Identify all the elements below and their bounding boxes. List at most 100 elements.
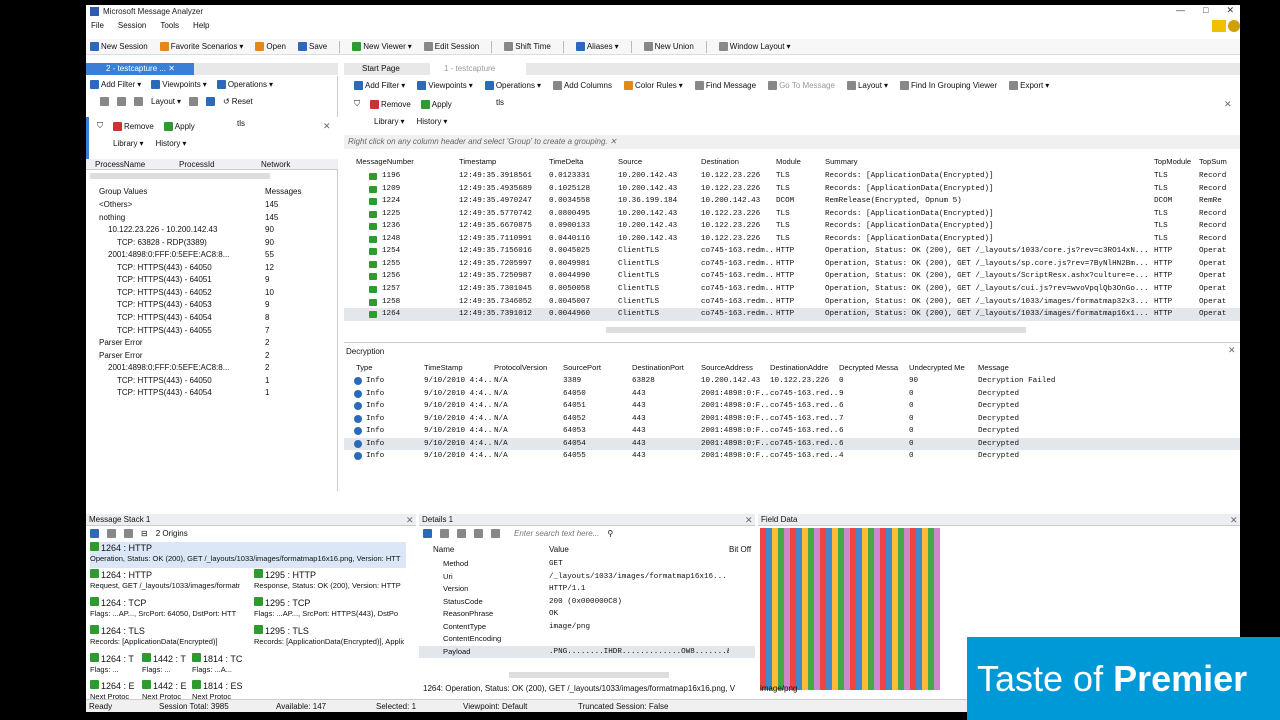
grid-icon[interactable] <box>189 97 199 106</box>
tab-start-page[interactable]: Start Page <box>348 63 428 75</box>
stack-item[interactable]: 1264 : TCP Flags: ...AP..., SrcPort: 6405… <box>90 597 240 623</box>
new-session-button[interactable]: New Session <box>90 42 148 51</box>
settings-icon[interactable] <box>457 529 466 538</box>
details-name-header[interactable]: Name <box>433 545 454 554</box>
stack-item[interactable]: 1295 : HTTP Response, Status: OK (200), V… <box>254 569 404 595</box>
collapse-icon[interactable]: ⊟ <box>141 529 148 538</box>
details-bitoffset-header[interactable]: Bit Off <box>729 545 751 554</box>
favorite-scenarios-button[interactable]: Favorite Scenarios ▾ <box>159 42 243 51</box>
decryption-row[interactable]: Info 9/10/2010 4:4... N/A 3389 63828 10.200.1… <box>344 375 1240 388</box>
copy-icon[interactable] <box>100 97 109 106</box>
table-row[interactable]: 1225 12:49:35.5770742 0.0800495 10.200.142.… <box>344 208 1240 221</box>
close-filter-icon[interactable]: ✕ <box>323 121 331 132</box>
details-row[interactable]: Method GET <box>419 558 755 571</box>
stack-item[interactable]: 1442 : T Flags: ... <box>142 653 192 679</box>
dec-column-5[interactable]: SourceAddress <box>701 362 769 375</box>
open-button[interactable]: Open <box>255 42 286 51</box>
column-header-4[interactable]: Destination <box>701 156 773 169</box>
refresh-icon[interactable] <box>206 97 216 106</box>
stack-item[interactable]: 1264 : HTTP Request, GET /_layouts/1033/i… <box>90 569 240 595</box>
group-value[interactable]: TCP: HTTPS(443) - 64054 <box>117 388 212 397</box>
close-details-icon[interactable]: ✕ <box>745 514 753 526</box>
filter-icon[interactable] <box>474 529 483 538</box>
close-hint-icon[interactable]: ✕ <box>610 137 617 146</box>
decryption-row[interactable]: Info 9/10/2010 4:4... N/A 64054 443 2001:4898… <box>344 437 1240 450</box>
close-tab-icon[interactable]: ✕ <box>168 64 175 73</box>
group-value[interactable]: TCP: HTTPS(443) - 64051 <box>117 275 212 284</box>
stack-item[interactable]: 1295 : TCP Flags: ...AP..., SrcPort: HTTP… <box>254 597 404 623</box>
maximize-button[interactable]: □ <box>1203 5 1208 16</box>
group-value[interactable]: 2001:4898:0:FFF:0:5EFE:AC8:8... <box>108 250 229 259</box>
aliases-button[interactable]: Aliases ▾ <box>575 42 619 51</box>
color-rules-button[interactable]: Color Rules ▾ <box>624 81 683 90</box>
column-header-7[interactable]: TopModule <box>1154 156 1198 169</box>
viewpoints-button[interactable]: Viewpoints ▾ <box>151 80 207 89</box>
group-values-header[interactable]: Group Values <box>99 187 147 196</box>
details-row[interactable]: Payload .PNG........IHDR.............OW8.… <box>419 645 755 658</box>
details-row[interactable]: ReasonPhrase OK <box>419 608 755 621</box>
menu-help[interactable]: Help <box>193 21 209 30</box>
dec-column-9[interactable]: Message <box>978 362 1098 375</box>
add-columns-button[interactable]: Add Columns <box>552 81 612 90</box>
group-value[interactable]: Parser Error <box>99 351 143 360</box>
group-value[interactable]: Parser Error <box>99 338 143 347</box>
column-header-8[interactable]: TopSum <box>1199 156 1239 169</box>
dec-column-1[interactable]: TimeStamp <box>424 362 492 375</box>
window-layout-button[interactable]: Window Layout ▾ <box>718 42 791 51</box>
table-row[interactable]: 1257 12:49:35.7301045 0.0050058 ClientTLS co… <box>344 283 1240 296</box>
shift-time-button[interactable]: Shift Time <box>504 42 551 51</box>
group-value[interactable]: 2001:4898:0:FFF:0:5EFE:AC8:8... <box>108 363 229 372</box>
library-button[interactable]: Library ▾ <box>113 139 143 148</box>
network-header[interactable]: Network <box>261 160 290 169</box>
minimize-button[interactable]: — <box>1176 5 1185 16</box>
layout-button[interactable]: Layout ▾ <box>151 97 181 106</box>
group-value[interactable]: <Others> <box>99 200 132 209</box>
stack-item[interactable]: 1264 : T Flags: ... <box>90 653 140 679</box>
details-row[interactable]: StatusCode 200 (0x000000C8) <box>419 596 755 609</box>
details-search-input[interactable]: Enter search text here... <box>514 529 599 538</box>
dec-column-0[interactable]: Type <box>356 362 416 375</box>
menu-session[interactable]: Session <box>118 21 146 30</box>
smiley-icon[interactable] <box>1228 20 1240 32</box>
decryption-row[interactable]: Info 9/10/2010 4:4... N/A 64050 443 2001:4898… <box>344 388 1240 401</box>
decryption-row[interactable]: Info 9/10/2010 4:4... N/A 64053 443 2001:4898… <box>344 425 1240 438</box>
table-row[interactable]: 1209 12:49:35.4935689 0.1025128 10.200.142.… <box>344 183 1240 196</box>
list-icon[interactable] <box>124 529 133 538</box>
group-icon[interactable] <box>134 97 143 106</box>
pin-icon[interactable] <box>423 529 432 538</box>
export-button[interactable]: Export ▾ <box>1009 81 1049 90</box>
stack-item[interactable]: 1814 : TC Flags: ...A... <box>192 653 242 679</box>
right-operations-button[interactable]: Operations ▾ <box>484 81 541 90</box>
filter-flag-icon[interactable] <box>1212 20 1226 32</box>
column-header-6[interactable]: Summary <box>825 156 1150 169</box>
details-h-scrollbar[interactable] <box>509 672 669 678</box>
column-header-3[interactable]: Source <box>618 156 698 169</box>
table-row[interactable]: 1264 12:49:35.7391012 0.0044960 ClientTLS co… <box>344 308 1240 321</box>
table-row[interactable]: 1255 12:49:35.7205997 0.0049981 ClientTLS co… <box>344 258 1240 271</box>
close-stack-icon[interactable]: ✕ <box>406 514 414 526</box>
table-row[interactable]: 1258 12:49:35.7346052 0.0045007 ClientTLS co… <box>344 296 1240 309</box>
new-union-button[interactable]: New Union <box>643 42 694 51</box>
details-row[interactable]: ContentEncoding <box>419 633 755 646</box>
add-filter-button[interactable]: Add Filter ▾ <box>90 80 141 89</box>
dec-column-2[interactable]: ProtocolVersion <box>494 362 562 375</box>
group-value[interactable]: TCP: HTTPS(443) - 64053 <box>117 300 212 309</box>
close-decryption-icon[interactable]: ✕ <box>1228 345 1236 356</box>
group-value[interactable]: TCP: HTTPS(443) - 64050 <box>117 263 212 272</box>
right-library-button[interactable]: Library ▾ <box>374 117 404 126</box>
group-value[interactable]: TCP: 63828 - RDP(3389) <box>117 238 207 247</box>
edit-session-button[interactable]: Edit Session <box>423 42 479 51</box>
group-value[interactable]: TCP: HTTPS(443) - 64055 <box>117 326 212 335</box>
right-apply-filter-button[interactable]: Apply <box>420 99 452 109</box>
tab-testcapture-2[interactable]: 2 - testcapture ... ✕ <box>86 63 194 75</box>
find-message-button[interactable]: Find Message <box>694 81 756 90</box>
table-row[interactable]: 1224 12:49:35.4970247 0.0034558 10.36.199.1… <box>344 195 1240 208</box>
decryption-row[interactable]: Info 9/10/2010 4:4... N/A 64055 443 2001:4898… <box>344 450 1240 463</box>
dec-column-6[interactable]: DestinationAddre <box>770 362 838 375</box>
decryption-row[interactable]: Info 9/10/2010 4:4... N/A 64051 443 2001:4898… <box>344 400 1240 413</box>
group-value[interactable]: TCP: HTTPS(443) - 64054 <box>117 313 212 322</box>
table-row[interactable]: 1256 12:49:35.7250987 0.0044990 ClientTLS co… <box>344 270 1240 283</box>
save-button[interactable]: Save <box>297 42 327 51</box>
table-row[interactable]: 1254 12:49:35.7156016 0.0045025 ClientTLS co… <box>344 245 1240 258</box>
right-history-button[interactable]: History ▾ <box>416 117 447 126</box>
